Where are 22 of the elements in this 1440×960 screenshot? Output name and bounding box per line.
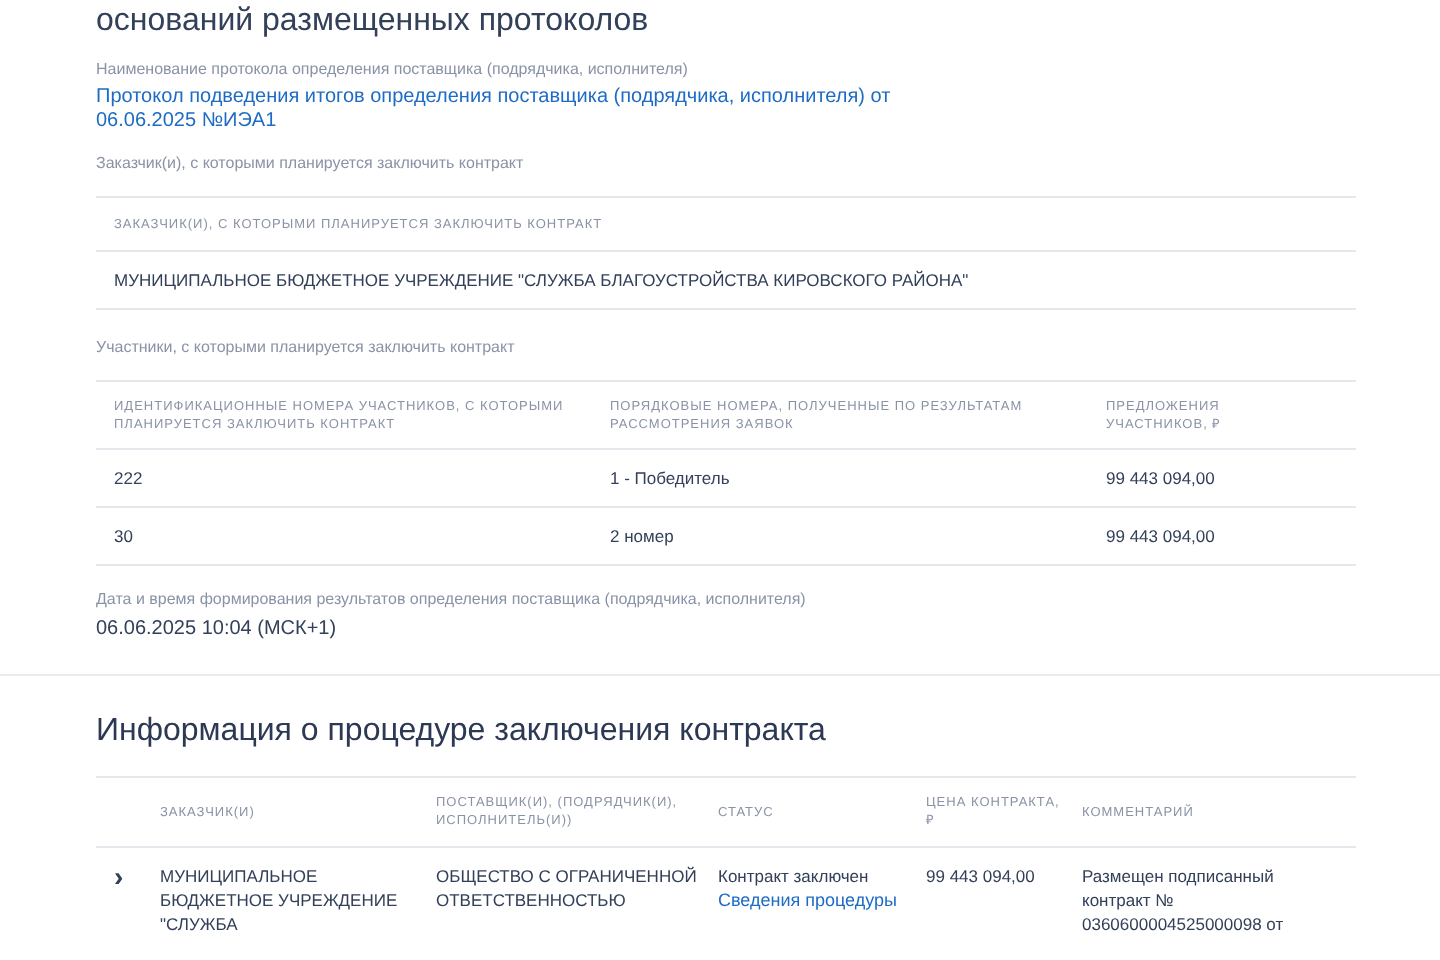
protocol-link[interactable]: Протокол подведения итогов определения поставщика (подрядчика, исполнителя) от 06.06.2025 №ИЭА1 bbox=[96, 86, 976, 134]
field-label: Участники, с которыми планируется заключить контракт bbox=[96, 338, 517, 358]
table-cell-text: 99 443 094,00 bbox=[1106, 524, 1217, 548]
table-cell-text: МУНИЦИПАЛЬНОЕ БЮДЖЕТНОЕ УЧРЕЖДЕНИЕ "СЛУЖБА bbox=[160, 864, 400, 936]
section-heading: Информация о процедуре заключения контракта bbox=[96, 712, 828, 752]
field-label: Заказчик(и), с которыми планируется заключить контракт bbox=[96, 154, 526, 174]
section-heading: оснований размещенных протоколов bbox=[96, 2, 651, 40]
status-text: Контракт заключен bbox=[718, 864, 871, 888]
table-cell-text: 99 443 094,00 bbox=[926, 864, 1037, 888]
field-label: Наименование протокола определения поставщика (подрядчика, исполнителя) bbox=[96, 60, 690, 80]
table-cell-text: 30 bbox=[114, 524, 135, 548]
table-cell-text: Размещен подписанный контракт № 0360600004525000098 от bbox=[1082, 864, 1286, 936]
chevron-icon[interactable]: › bbox=[114, 864, 130, 888]
table-cell-text: 2 номер bbox=[610, 524, 676, 548]
field-label: Дата и время формирования результатов определения поставщика (подрядчика, исполнителя) bbox=[96, 590, 808, 610]
table-cell-text: 1 - Победитель bbox=[610, 466, 732, 490]
table-cell-text: ОБЩЕСТВО С ОГРАНИЧЕННОЙ ОТВЕТСТВЕННОСТЬЮ bbox=[436, 864, 699, 912]
table-cell-text: 99 443 094,00 bbox=[1106, 466, 1217, 490]
table-cell: МУНИЦИПАЛЬНОЕ БЮДЖЕТНОЕ УЧРЕЖДЕНИЕ "СЛУЖБА БЛАГОУСТРОЙСТВА КИРОВСКОГО РАЙОНА" bbox=[114, 268, 969, 292]
table-cell-text: 222 bbox=[114, 466, 145, 490]
procedure-link[interactable]: Сведения процедуры bbox=[718, 888, 897, 912]
field-value: 06.06.2025 10:04 (МСК+1) bbox=[96, 618, 339, 642]
